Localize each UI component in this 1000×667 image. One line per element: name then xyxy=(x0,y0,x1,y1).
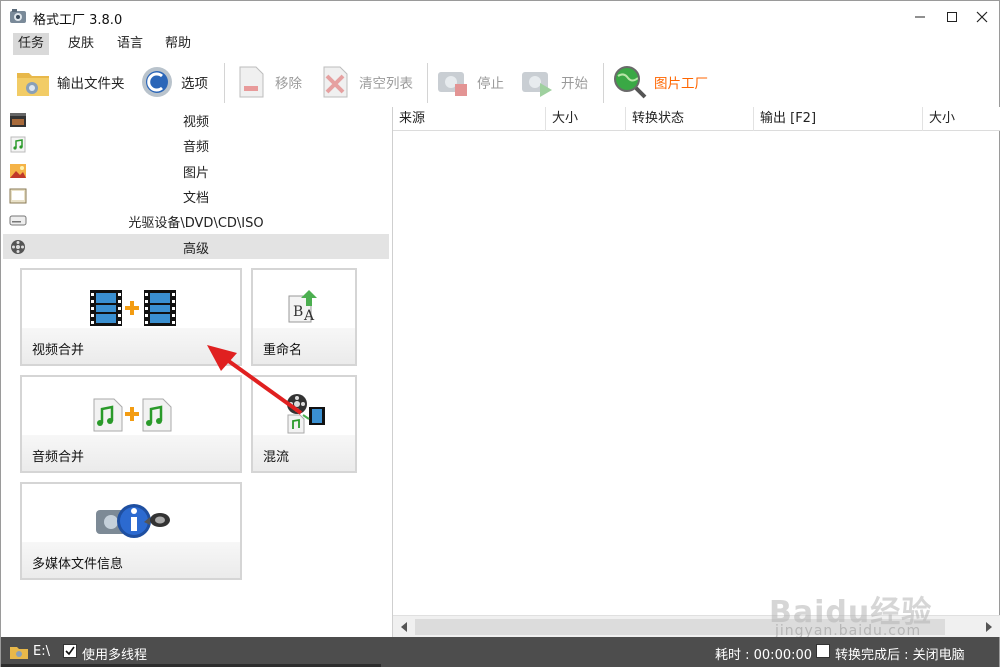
stop-button[interactable]: 停止 xyxy=(435,61,504,103)
task-list: 来源 大小 转换状态 输出 [F2] 大小 xyxy=(392,107,1000,637)
start-button[interactable]: 开始 xyxy=(519,61,588,103)
status-bar: E:\ 使用多线程 耗时 : 00:00:00 转换完成后 : 关闭电脑 xyxy=(1,637,999,667)
column-size[interactable]: 大小 xyxy=(546,107,626,131)
toolbar: 输出文件夹 选项 移除 清空列表 停止 开始 图片工厂 xyxy=(1,57,999,107)
horizontal-scrollbar[interactable] xyxy=(393,615,1000,637)
mux-label: 混流 xyxy=(263,450,290,465)
category-picture-label: 图片 xyxy=(182,166,209,181)
column-output[interactable]: 输出 [F2] xyxy=(754,107,923,131)
category-advanced[interactable]: 高级 xyxy=(3,234,389,259)
menu-task[interactable]: 任务 xyxy=(13,33,50,55)
globe-magnifier-icon xyxy=(614,66,647,99)
minimize-icon xyxy=(915,16,925,18)
start-icon xyxy=(522,72,552,97)
gear-icon xyxy=(142,67,172,97)
toolbar-separator xyxy=(427,63,428,103)
options-label: 选项 xyxy=(181,76,208,92)
menu-bar: 任务 皮肤 语言 帮助 xyxy=(1,33,999,55)
svg-text:A: A xyxy=(303,308,315,324)
remove-button[interactable]: 移除 xyxy=(233,61,302,103)
category-video-label: 视频 xyxy=(182,115,209,130)
task-panel: 视频 音频 图片 文档 光驱设备\DVD\CD\ISO 高级 视频合并 B A … xyxy=(3,107,391,637)
app-logo-icon xyxy=(10,9,26,23)
title-bar: 格式工厂 3.8.0 xyxy=(1,1,999,33)
menu-skin[interactable]: 皮肤 xyxy=(63,33,99,55)
category-disc-label: 光驱设备\DVD\CD\ISO xyxy=(128,216,264,231)
output-folder-label: 输出文件夹 xyxy=(57,76,125,92)
list-header: 来源 大小 转换状态 输出 [F2] 大小 xyxy=(393,107,1000,131)
multithread-checkbox[interactable] xyxy=(63,644,77,658)
close-icon xyxy=(976,11,988,23)
multithread-label: 使用多线程 xyxy=(82,648,148,663)
category-audio-label: 音频 xyxy=(182,140,209,155)
scrollbar-thumb[interactable] xyxy=(415,619,945,635)
toolbar-separator xyxy=(224,63,225,103)
folder-icon xyxy=(17,73,49,96)
category-disc[interactable]: 光驱设备\DVD\CD\ISO xyxy=(3,208,389,233)
folder-drive-icon xyxy=(10,647,28,659)
picture-factory-button[interactable]: 图片工厂 xyxy=(612,61,708,103)
close-button[interactable] xyxy=(959,1,1000,33)
output-drive[interactable]: E:\ xyxy=(33,644,50,659)
toolbar-separator xyxy=(603,63,604,103)
options-button[interactable]: 选项 xyxy=(139,61,208,103)
checkmark-icon xyxy=(65,646,75,656)
output-folder-button[interactable]: 输出文件夹 xyxy=(15,61,125,103)
column-source[interactable]: 来源 xyxy=(393,107,546,131)
app-window: 格式工厂 3.8.0 任务 皮肤 语言 帮助 输出文件夹 选项 移除 清空列表 … xyxy=(0,0,1000,667)
category-document[interactable]: 文档 xyxy=(3,183,389,208)
audio-merge-icon xyxy=(93,398,172,432)
picture-factory-label: 图片工厂 xyxy=(654,76,708,92)
maximize-icon xyxy=(947,12,957,22)
category-picture[interactable]: 图片 xyxy=(3,158,389,183)
media-info-icon xyxy=(96,504,170,538)
column-output-size[interactable]: 大小 xyxy=(923,107,1000,131)
stop-icon xyxy=(438,72,467,96)
elapsed-time: 耗时 : 00:00:00 xyxy=(715,648,813,663)
clear-list-icon xyxy=(323,66,348,98)
window-title: 格式工厂 3.8.0 xyxy=(33,13,123,28)
shutdown-label: 转换完成后 : 关闭电脑 xyxy=(835,648,965,663)
start-label: 开始 xyxy=(561,76,588,92)
category-document-label: 文档 xyxy=(182,191,209,206)
menu-help[interactable]: 帮助 xyxy=(160,33,196,55)
document-remove-icon xyxy=(239,66,264,98)
video-merge-icon xyxy=(90,290,176,326)
svg-text:B: B xyxy=(293,304,303,320)
audio-merge-label: 音频合并 xyxy=(32,450,85,465)
stop-label: 停止 xyxy=(477,76,504,92)
shutdown-checkbox[interactable] xyxy=(816,644,830,658)
menu-language[interactable]: 语言 xyxy=(112,33,148,55)
clear-list-button[interactable]: 清空列表 xyxy=(317,61,413,103)
category-advanced-label: 高级 xyxy=(182,242,209,257)
rename-icon: B A xyxy=(288,290,317,324)
category-video[interactable]: 视频 xyxy=(3,107,389,132)
media-info-label: 多媒体文件信息 xyxy=(32,557,124,572)
category-audio[interactable]: 音频 xyxy=(3,132,389,157)
annotation-arrow xyxy=(207,345,303,415)
scroll-right-icon[interactable] xyxy=(984,621,994,633)
column-status[interactable]: 转换状态 xyxy=(626,107,754,131)
clear-list-label: 清空列表 xyxy=(359,76,413,92)
media-info-tile[interactable]: 多媒体文件信息 xyxy=(20,482,242,580)
scroll-left-icon[interactable] xyxy=(399,621,409,633)
remove-label: 移除 xyxy=(275,76,302,92)
video-merge-label: 视频合并 xyxy=(32,343,85,358)
